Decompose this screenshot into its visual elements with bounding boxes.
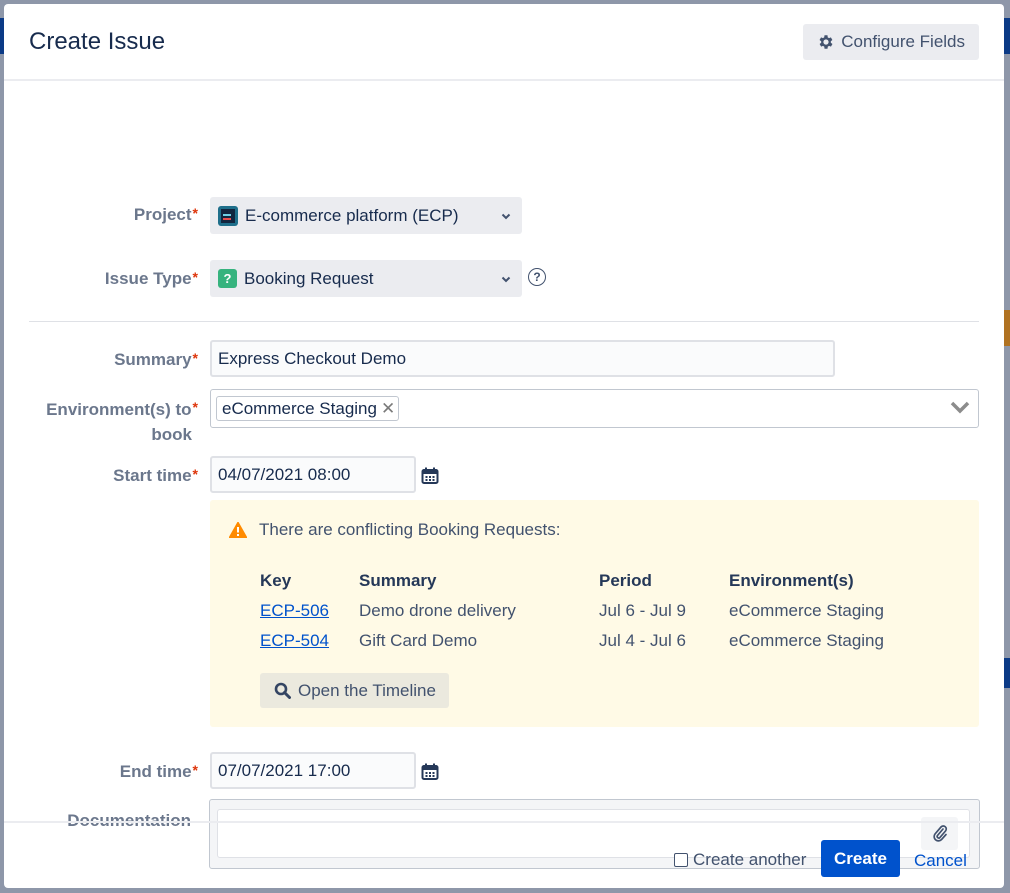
gear-icon (819, 34, 833, 49)
create-another-label: Create another (693, 850, 807, 869)
search-icon (274, 682, 291, 699)
chevron-down-icon (501, 213, 511, 219)
create-issue-dialog: Create Issue Configure Fields Project* E… (4, 4, 1004, 888)
open-timeline-label: Open the Timeline (298, 680, 436, 700)
open-timeline-button[interactable]: Open the Timeline (260, 673, 449, 708)
required-marker: * (192, 762, 198, 778)
environments-label: Environment(s) to* book (46, 399, 198, 444)
end-time-label: End time* (119, 762, 198, 781)
column-header: Environment(s) (729, 571, 854, 590)
issue-type-label: Issue Type* (104, 269, 198, 288)
conflict-environments: eCommerce Staging (729, 631, 884, 650)
remove-chip-icon[interactable]: ✕ (381, 399, 395, 419)
background-page-fragment (1004, 18, 1010, 54)
project-label: Project* (133, 205, 198, 224)
issue-type-select[interactable]: ? Booking Request (210, 260, 522, 297)
project-avatar-icon (218, 205, 238, 226)
required-marker: * (192, 269, 198, 285)
help-icon[interactable]: ? (528, 268, 546, 286)
dialog-footer: Create another Create Cancel (4, 821, 1004, 888)
column-header: Key (260, 571, 292, 590)
start-time-input[interactable] (210, 456, 416, 493)
table-row: ECP-506 Demo drone delivery Jul 6 - Jul … (260, 596, 884, 626)
table-row: ECP-504 Gift Card Demo Jul 4 - Jul 6 eCo… (260, 626, 884, 656)
table-header-row: Key Summary Period Environment(s) (260, 566, 884, 596)
summary-label: Summary* (114, 350, 198, 369)
conflict-warning-panel: There are conflicting Booking Requests: … (210, 500, 979, 727)
booking-request-type-icon: ? (218, 269, 237, 288)
project-value: E-commerce platform (ECP) (245, 205, 459, 225)
warning-icon (229, 522, 247, 538)
required-marker: * (192, 205, 198, 221)
calendar-icon[interactable] (421, 467, 439, 485)
conflict-period: Jul 4 - Jul 6 (599, 631, 686, 650)
issue-key-link[interactable]: ECP-504 (260, 631, 329, 650)
environment-chip: eCommerce Staging ✕ (216, 396, 400, 421)
conflict-message: There are conflicting Booking Requests: (259, 520, 561, 539)
configure-fields-button[interactable]: Configure Fields (803, 23, 979, 60)
chevron-down-icon (501, 276, 511, 282)
background-page-fragment (1004, 310, 1010, 346)
conflicts-table: Key Summary Period Environment(s) ECP-50… (260, 566, 884, 656)
column-header: Summary (359, 571, 437, 590)
conflict-summary: Demo drone delivery (359, 601, 516, 620)
create-button[interactable]: Create (821, 840, 900, 877)
project-select[interactable]: E-commerce platform (ECP) (210, 197, 522, 234)
conflict-environments: eCommerce Staging (729, 601, 884, 620)
environment-chip-label: eCommerce Staging (222, 398, 377, 418)
issue-key-link[interactable]: ECP-506 (260, 601, 329, 620)
cancel-link[interactable]: Cancel (914, 851, 967, 871)
conflict-summary: Gift Card Demo (359, 631, 478, 650)
background-page-fragment (1004, 658, 1010, 688)
chevron-down-icon[interactable] (950, 400, 970, 414)
environments-multiselect[interactable]: eCommerce Staging ✕ (210, 389, 979, 428)
create-another-toggle[interactable]: Create another (674, 850, 806, 870)
summary-input[interactable] (210, 340, 835, 377)
start-time-label: Start time* (113, 466, 198, 485)
dialog-header: Create Issue Configure Fields (4, 4, 1004, 81)
section-divider (29, 321, 979, 322)
issue-type-value: Booking Request (244, 268, 374, 288)
create-another-checkbox[interactable] (674, 853, 688, 867)
dialog-title: Create Issue (29, 27, 166, 55)
end-time-input[interactable] (210, 752, 416, 789)
conflict-period: Jul 6 - Jul 9 (599, 601, 686, 620)
column-header: Period (599, 571, 652, 590)
required-marker: * (192, 399, 198, 415)
required-marker: * (192, 350, 198, 366)
required-marker: * (192, 466, 198, 482)
configure-fields-label: Configure Fields (841, 31, 965, 51)
calendar-icon[interactable] (421, 763, 439, 781)
